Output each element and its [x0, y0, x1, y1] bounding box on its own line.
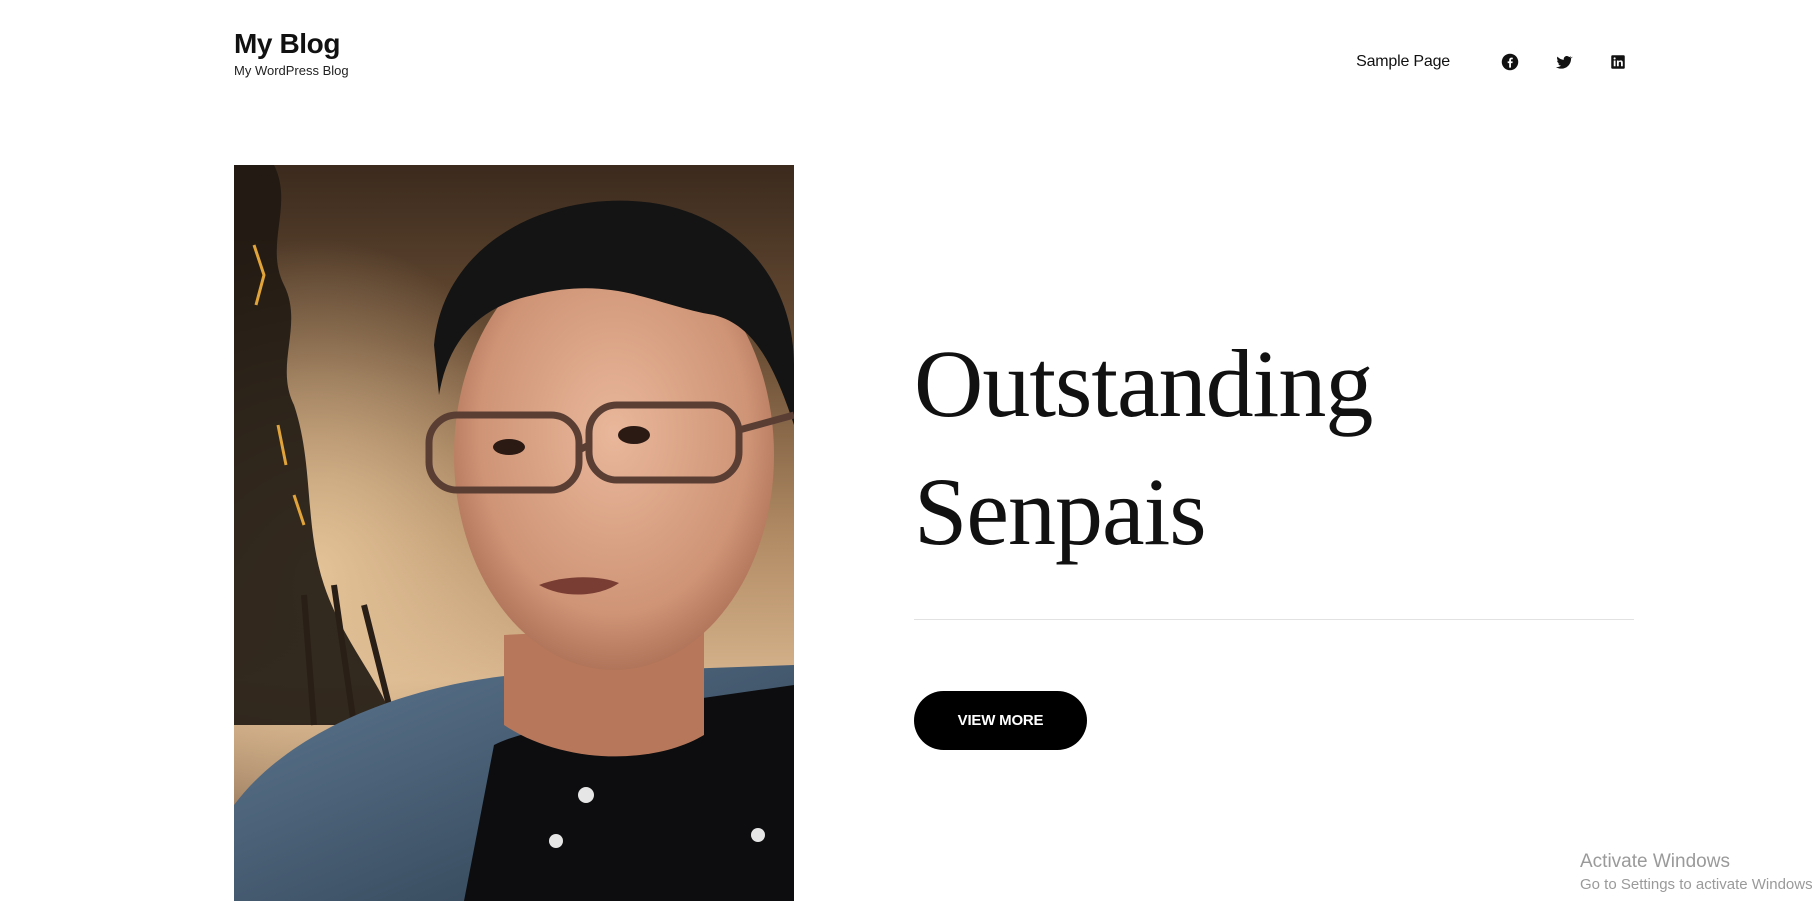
page: My Blog My WordPress Blog Sample Page Ou… [0, 0, 1812, 912]
hero-title: Outstanding Senpais [914, 330, 1373, 565]
hero-text: Outstanding Senpais [914, 320, 1634, 576]
primary-navigation: Sample Page [1356, 44, 1634, 80]
nav-item-sample-page[interactable]: Sample Page [1356, 53, 1450, 71]
linkedin-icon [1611, 55, 1625, 69]
site-tagline: My WordPress Blog [234, 63, 349, 78]
facebook-link[interactable] [1494, 46, 1526, 78]
linkedin-link[interactable] [1602, 46, 1634, 78]
portrait-photo [234, 165, 794, 901]
watermark-title: Activate Windows [1580, 851, 1730, 872]
site-title-link[interactable]: My Blog [234, 26, 349, 62]
hero-divider [914, 619, 1634, 620]
watermark-subtitle: Go to Settings to activate Windows. [1580, 876, 1812, 893]
view-more-button[interactable]: VIEW MORE [914, 691, 1087, 750]
hero-featured-image [234, 165, 794, 901]
twitter-link[interactable] [1548, 46, 1580, 78]
facebook-icon [1501, 53, 1519, 71]
site-header: My Blog My WordPress Blog Sample Page [234, 26, 1634, 96]
twitter-icon [1555, 55, 1573, 69]
activate-windows-watermark: Activate Windows Go to Settings to activ… [1580, 851, 1812, 895]
site-branding: My Blog My WordPress Blog [234, 26, 349, 79]
